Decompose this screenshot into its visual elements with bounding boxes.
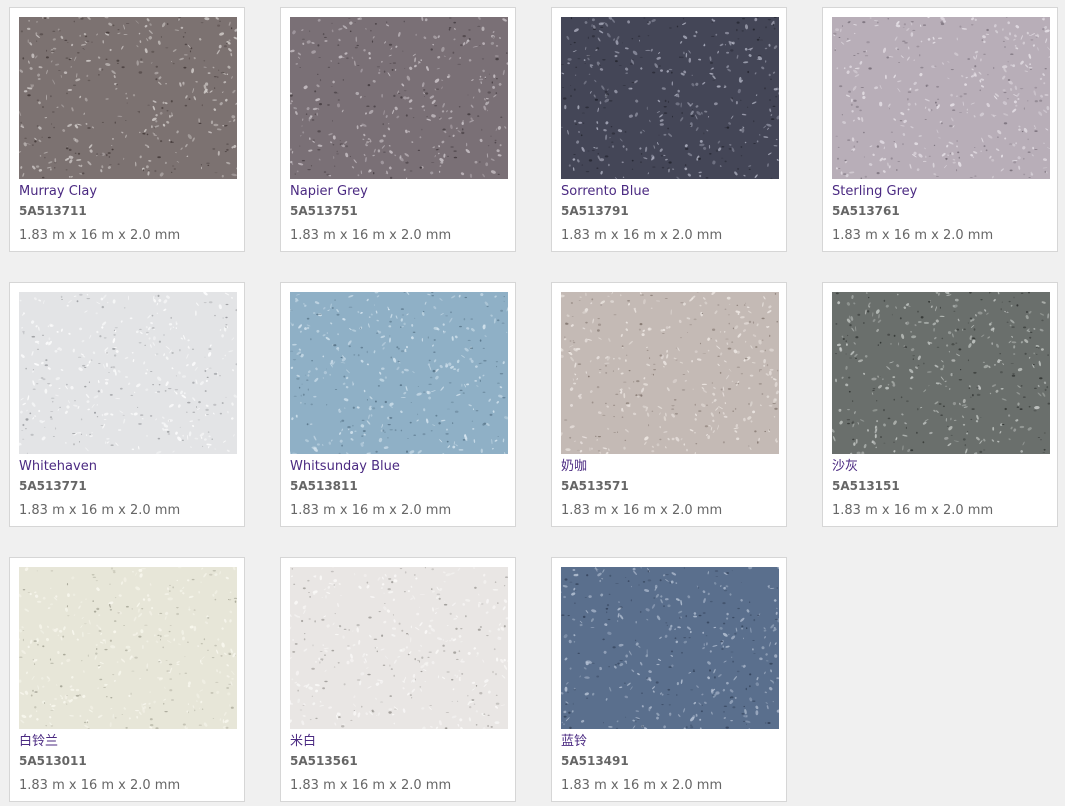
product-grid: Murray Clay 5A513711 1.83 m x 16 m x 2.0… (0, 0, 1065, 806)
product-code: 5A513571 (561, 479, 629, 493)
product-dimensions: 1.83 m x 16 m x 2.0 mm (832, 228, 994, 243)
product-card[interactable]: 米白 5A513561 1.83 m x 16 m x 2.0 mm (280, 557, 516, 802)
product-card[interactable]: Napier Grey 5A513751 1.83 m x 16 m x 2.0… (280, 7, 516, 252)
product-code: 5A513151 (832, 479, 900, 493)
product-code: 5A513491 (561, 754, 629, 768)
product-name[interactable]: 米白 (290, 733, 316, 751)
product-card[interactable]: Sorrento Blue 5A513791 1.83 m x 16 m x 2… (551, 7, 787, 252)
product-dimensions: 1.83 m x 16 m x 2.0 mm (561, 503, 723, 518)
product-card[interactable]: Sterling Grey 5A513761 1.83 m x 16 m x 2… (822, 7, 1058, 252)
product-dimensions: 1.83 m x 16 m x 2.0 mm (19, 228, 181, 243)
product-dimensions: 1.83 m x 16 m x 2.0 mm (290, 228, 452, 243)
product-dimensions: 1.83 m x 16 m x 2.0 mm (290, 778, 452, 793)
swatch-image[interactable] (561, 17, 779, 179)
swatch-image[interactable] (561, 567, 779, 729)
product-code: 5A513711 (19, 204, 87, 218)
swatch-image[interactable] (19, 567, 237, 729)
product-dimensions: 1.83 m x 16 m x 2.0 mm (19, 778, 181, 793)
product-name[interactable]: Whitehaven (19, 458, 97, 476)
product-name[interactable]: 白铃兰 (19, 733, 58, 751)
product-dimensions: 1.83 m x 16 m x 2.0 mm (561, 778, 723, 793)
swatch-image[interactable] (832, 292, 1050, 454)
product-card[interactable]: Whitsunday Blue 5A513811 1.83 m x 16 m x… (280, 282, 516, 527)
swatch-image[interactable] (19, 292, 237, 454)
product-code: 5A513561 (290, 754, 358, 768)
product-code: 5A513011 (19, 754, 87, 768)
product-card[interactable]: 沙灰 5A513151 1.83 m x 16 m x 2.0 mm (822, 282, 1058, 527)
product-code: 5A513751 (290, 204, 358, 218)
product-card[interactable]: 蓝铃 5A513491 1.83 m x 16 m x 2.0 mm (551, 557, 787, 802)
product-name[interactable]: 奶咖 (561, 458, 587, 476)
product-name[interactable]: 蓝铃 (561, 733, 587, 751)
product-card[interactable]: 奶咖 5A513571 1.83 m x 16 m x 2.0 mm (551, 282, 787, 527)
product-dimensions: 1.83 m x 16 m x 2.0 mm (290, 503, 452, 518)
product-name[interactable]: Napier Grey (290, 183, 368, 201)
product-code: 5A513771 (19, 479, 87, 493)
swatch-image[interactable] (832, 17, 1050, 179)
product-card[interactable]: Murray Clay 5A513711 1.83 m x 16 m x 2.0… (9, 7, 245, 252)
swatch-image[interactable] (19, 17, 237, 179)
product-card[interactable]: Whitehaven 5A513771 1.83 m x 16 m x 2.0 … (9, 282, 245, 527)
swatch-image[interactable] (290, 17, 508, 179)
product-name[interactable]: Murray Clay (19, 183, 97, 201)
product-dimensions: 1.83 m x 16 m x 2.0 mm (19, 503, 181, 518)
swatch-image[interactable] (561, 292, 779, 454)
product-name[interactable]: 沙灰 (832, 458, 858, 476)
product-name[interactable]: Sorrento Blue (561, 183, 650, 201)
swatch-image[interactable] (290, 567, 508, 729)
product-name[interactable]: Sterling Grey (832, 183, 917, 201)
product-card[interactable]: 白铃兰 5A513011 1.83 m x 16 m x 2.0 mm (9, 557, 245, 802)
product-code: 5A513761 (832, 204, 900, 218)
product-name[interactable]: Whitsunday Blue (290, 458, 400, 476)
product-code: 5A513791 (561, 204, 629, 218)
product-dimensions: 1.83 m x 16 m x 2.0 mm (832, 503, 994, 518)
swatch-image[interactable] (290, 292, 508, 454)
product-code: 5A513811 (290, 479, 358, 493)
product-dimensions: 1.83 m x 16 m x 2.0 mm (561, 228, 723, 243)
